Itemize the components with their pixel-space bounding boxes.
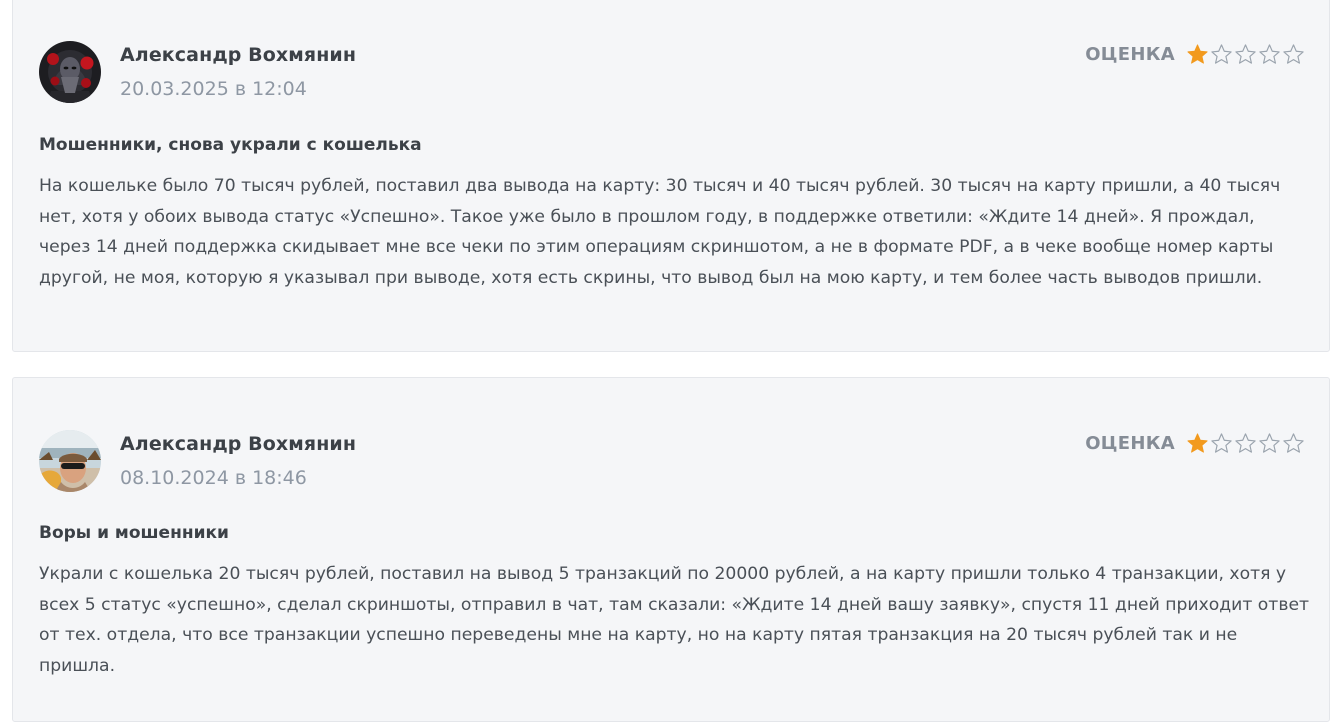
star-empty-icon [1259,43,1280,64]
review-header: Александр Вохмянин 08.10.2024 в 18:46 ОЦ… [39,430,1305,494]
review-date: 20.03.2025 в 12:04 [120,78,307,100]
review-title: Воры и мошенники [39,523,229,543]
rating: ОЦЕНКА [1085,41,1305,67]
rating: ОЦЕНКА [1085,430,1305,456]
rating-stars [1185,432,1305,455]
review-card: Александр Вохмянин 20.03.2025 в 12:04 ОЦ… [12,0,1330,352]
review-date: 08.10.2024 в 18:46 [120,467,307,489]
star-empty-icon [1235,43,1256,64]
rating-stars [1185,43,1305,66]
review-text: Украли с кошелька 20 тысяч рублей, поста… [39,564,1310,676]
author-name: Александр Вохмянин [120,433,357,455]
star-filled-icon [1187,432,1208,453]
review-header: Александр Вохмянин 20.03.2025 в 12:04 ОЦ… [39,41,1305,105]
rating-label: ОЦЕНКА [1085,432,1175,454]
avatar[interactable] [39,430,101,492]
review-text: На кошельке было 70 тысяч рублей, постав… [39,176,1281,288]
star-empty-icon [1235,432,1256,453]
review-card: Александр Вохмянин 08.10.2024 в 18:46 ОЦ… [12,377,1330,722]
star-empty-icon [1283,432,1304,453]
star-filled-icon [1187,43,1208,64]
star-empty-icon [1211,43,1232,64]
star-empty-icon [1211,432,1232,453]
avatar[interactable] [39,41,101,103]
review-title: Мошенники, снова украли с кошелька [39,135,422,155]
author-name: Александр Вохмянин [120,44,357,66]
star-empty-icon [1259,432,1280,453]
rating-label: ОЦЕНКА [1085,43,1175,65]
star-empty-icon [1283,43,1304,64]
